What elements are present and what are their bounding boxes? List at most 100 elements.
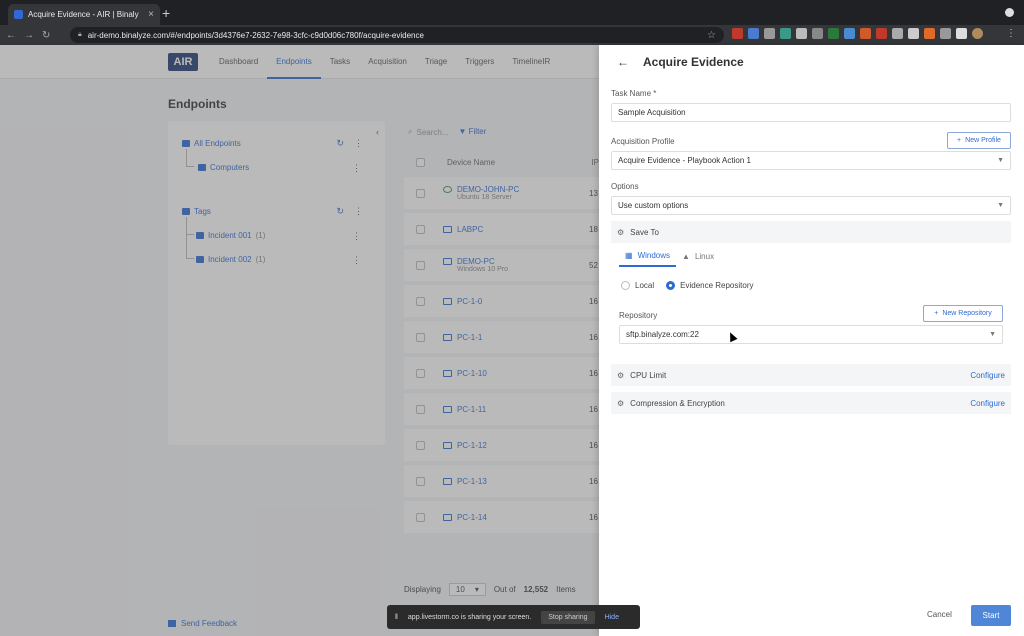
cpu-limit-configure-link[interactable]: Configure	[970, 371, 1005, 380]
device-name[interactable]: PC-1-12	[457, 441, 487, 450]
table-row[interactable]: PC-1-0 16	[404, 285, 599, 317]
tree-all-endpoints[interactable]: All Endpoints	[182, 139, 241, 148]
row-checkbox[interactable]	[416, 476, 425, 486]
extension-icon[interactable]	[812, 28, 823, 39]
nav-dashboard[interactable]: Dashboard	[210, 45, 267, 79]
select-all-checkbox[interactable]	[416, 157, 425, 167]
row-checkbox[interactable]	[416, 440, 425, 450]
avatar[interactable]	[972, 28, 983, 39]
tree-incident-001[interactable]: Incident 001 (1)	[196, 231, 265, 240]
close-tab-icon[interactable]: ×	[148, 9, 154, 20]
extension-icon[interactable]	[860, 28, 871, 39]
more-options-icon[interactable]: ⋮	[352, 163, 361, 174]
tree-computers[interactable]: Computers	[198, 163, 249, 172]
repository-select[interactable]: sftp.binalyze.com:22 ▼	[619, 325, 1003, 344]
table-row[interactable]: PC-1-14 16	[404, 501, 599, 533]
table-row[interactable]: PC-1-13 16	[404, 465, 599, 497]
row-checkbox[interactable]	[416, 296, 425, 306]
cancel-button[interactable]: Cancel	[927, 610, 952, 619]
table-row[interactable]: DEMO-PC Windows 10 Pro 52	[404, 249, 599, 281]
task-name-input[interactable]: Sample Acquisition	[611, 103, 1011, 122]
row-checkbox[interactable]	[416, 224, 425, 234]
table-row[interactable]: DEMO-JOHN-PC Ubuntu 18 Server 13	[404, 177, 599, 209]
browser-menu-icon[interactable]: ⋮	[1006, 28, 1016, 39]
extension-icon[interactable]	[940, 28, 951, 39]
hide-button[interactable]: Hide	[605, 614, 619, 621]
device-name[interactable]: DEMO-PC	[457, 257, 495, 266]
table-row[interactable]: PC-1-11 16	[404, 393, 599, 425]
forward-arrow-icon[interactable]: →	[24, 30, 34, 41]
new-profile-button[interactable]: + New Profile	[947, 132, 1011, 149]
extensions-puzzle-icon[interactable]	[956, 28, 967, 39]
table-row[interactable]: PC-1-12 16	[404, 429, 599, 461]
refresh-icon[interactable]: ↻	[336, 206, 344, 217]
device-name[interactable]: PC-1-11	[457, 405, 486, 414]
stop-sharing-button[interactable]: Stop sharing	[541, 610, 595, 624]
more-options-icon[interactable]: ⋮	[352, 231, 361, 242]
radio-evidence-repository[interactable]: Evidence Repository	[666, 281, 754, 290]
radio-local[interactable]: Local	[621, 281, 654, 290]
extension-icon[interactable]	[780, 28, 791, 39]
device-name[interactable]: PC-1-13	[457, 477, 487, 486]
tab-linux[interactable]: ▲ Linux	[676, 245, 720, 267]
row-checkbox[interactable]	[416, 188, 425, 198]
new-tab-icon[interactable]: +	[162, 5, 170, 21]
start-button[interactable]: Start	[971, 605, 1011, 626]
extension-icon[interactable]	[844, 28, 855, 39]
acquisition-profile-select[interactable]: Acquire Evidence - Playbook Action 1 ▼	[611, 151, 1011, 170]
tree-incident-002[interactable]: Incident 002 (1)	[196, 255, 265, 264]
new-repository-button[interactable]: + New Repository	[923, 305, 1003, 322]
refresh-icon[interactable]: ↻	[336, 138, 344, 149]
reload-icon[interactable]: ↻	[42, 30, 50, 41]
device-name[interactable]: PC-1-0	[457, 297, 482, 306]
row-checkbox[interactable]	[416, 512, 425, 522]
more-options-icon[interactable]: ⋮	[354, 138, 363, 149]
nav-triage[interactable]: Triage	[416, 45, 456, 79]
more-options-icon[interactable]: ⋮	[354, 206, 363, 217]
send-feedback-link[interactable]: Send Feedback	[168, 619, 237, 628]
extension-icon[interactable]	[796, 28, 807, 39]
extension-icon[interactable]	[892, 28, 903, 39]
extension-icon[interactable]	[732, 28, 743, 39]
column-device-name[interactable]: Device Name	[447, 158, 569, 167]
table-row[interactable]: PC-1-10 16	[404, 357, 599, 389]
device-name[interactable]: PC-1-1	[457, 333, 482, 342]
more-options-icon[interactable]: ⋮	[352, 255, 361, 266]
row-checkbox[interactable]	[416, 368, 425, 378]
back-arrow-icon[interactable]: ←	[6, 30, 16, 41]
back-arrow-icon[interactable]: ←	[617, 55, 629, 69]
nav-acquisition[interactable]: Acquisition	[359, 45, 416, 79]
tab-windows[interactable]: ▦ Windows	[619, 245, 677, 267]
collapse-panel-icon[interactable]: ‹	[376, 127, 379, 137]
row-checkbox[interactable]	[416, 404, 425, 414]
extension-icon[interactable]	[748, 28, 759, 39]
device-name[interactable]: DEMO-JOHN-PC	[457, 185, 519, 194]
browser-tab[interactable]: Acquire Evidence - AIR | Binaly ×	[8, 4, 160, 25]
extension-icon[interactable]	[876, 28, 887, 39]
extension-icon[interactable]	[908, 28, 919, 39]
column-ip[interactable]: IP	[591, 158, 599, 167]
filter-button[interactable]: ▼ Filter	[459, 127, 487, 137]
page-size-select[interactable]: 10 ▾	[448, 583, 486, 596]
device-name[interactable]: PC-1-10	[457, 369, 487, 378]
extension-icon[interactable]	[828, 28, 839, 39]
options-select[interactable]: Use custom options ▼	[611, 196, 1011, 215]
table-row[interactable]: LABPC 18	[404, 213, 599, 245]
row-checkbox[interactable]	[416, 332, 425, 342]
device-name[interactable]: LABPC	[457, 225, 483, 234]
device-name[interactable]: PC-1-14	[457, 513, 487, 522]
nav-timelineir[interactable]: TimelineIR	[503, 45, 559, 79]
table-row[interactable]: PC-1-1 16	[404, 321, 599, 353]
nav-endpoints[interactable]: Endpoints	[267, 45, 321, 79]
extension-icon[interactable]	[924, 28, 935, 39]
air-logo[interactable]: AIR	[168, 53, 198, 71]
search-input[interactable]: ⌕ Search...	[408, 127, 449, 137]
nav-triggers[interactable]: Triggers	[456, 45, 503, 79]
compression-configure-link[interactable]: Configure	[970, 399, 1005, 408]
row-checkbox[interactable]	[416, 260, 425, 270]
bookmark-star-icon[interactable]: ☆	[707, 30, 716, 41]
address-bar[interactable]: 🔒︎ air-demo.binalyze.com/#/endpoints/3d4…	[70, 27, 724, 43]
nav-tasks[interactable]: Tasks	[321, 45, 359, 79]
extension-icon[interactable]	[764, 28, 775, 39]
profile-icon[interactable]	[1005, 8, 1014, 17]
